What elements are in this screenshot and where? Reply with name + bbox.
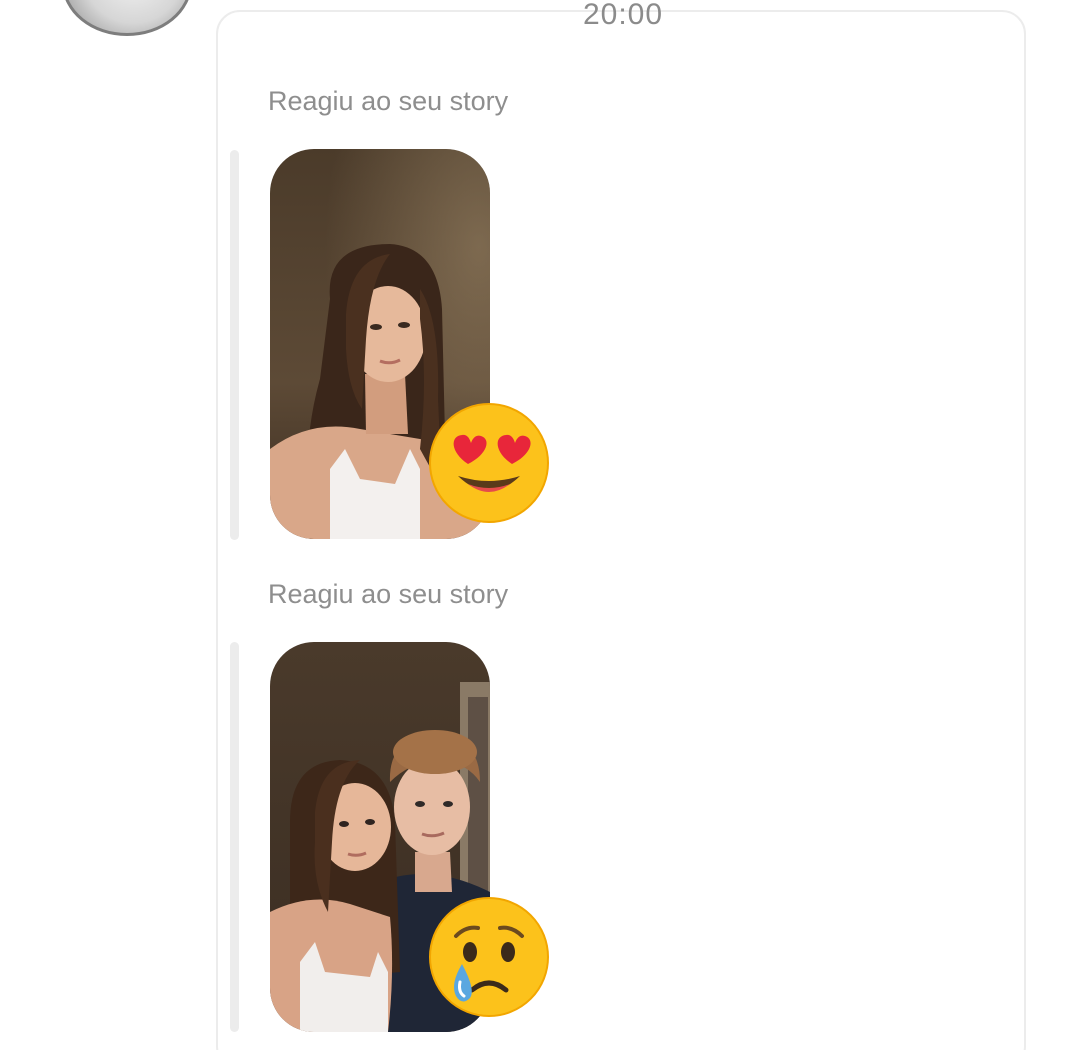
story-reply-bar <box>230 642 239 1032</box>
crying-face-emoji-icon <box>428 896 550 1018</box>
heart-eyes-emoji-icon <box>428 402 550 524</box>
chat-screen: 20:00 Reagiu ao seu story Reagiu ao seu … <box>0 0 1080 1050</box>
story-reply-bar <box>230 150 239 540</box>
story-reaction-label: Reagiu ao seu story <box>268 86 509 116</box>
contact-avatar[interactable] <box>62 0 192 36</box>
story-reaction-label: Reagiu ao seu story <box>268 579 509 609</box>
message-timestamp: 20:00 <box>582 0 664 31</box>
message-thread-card: 20:00 Reagiu ao seu story Reagiu ao seu … <box>216 0 1026 1050</box>
